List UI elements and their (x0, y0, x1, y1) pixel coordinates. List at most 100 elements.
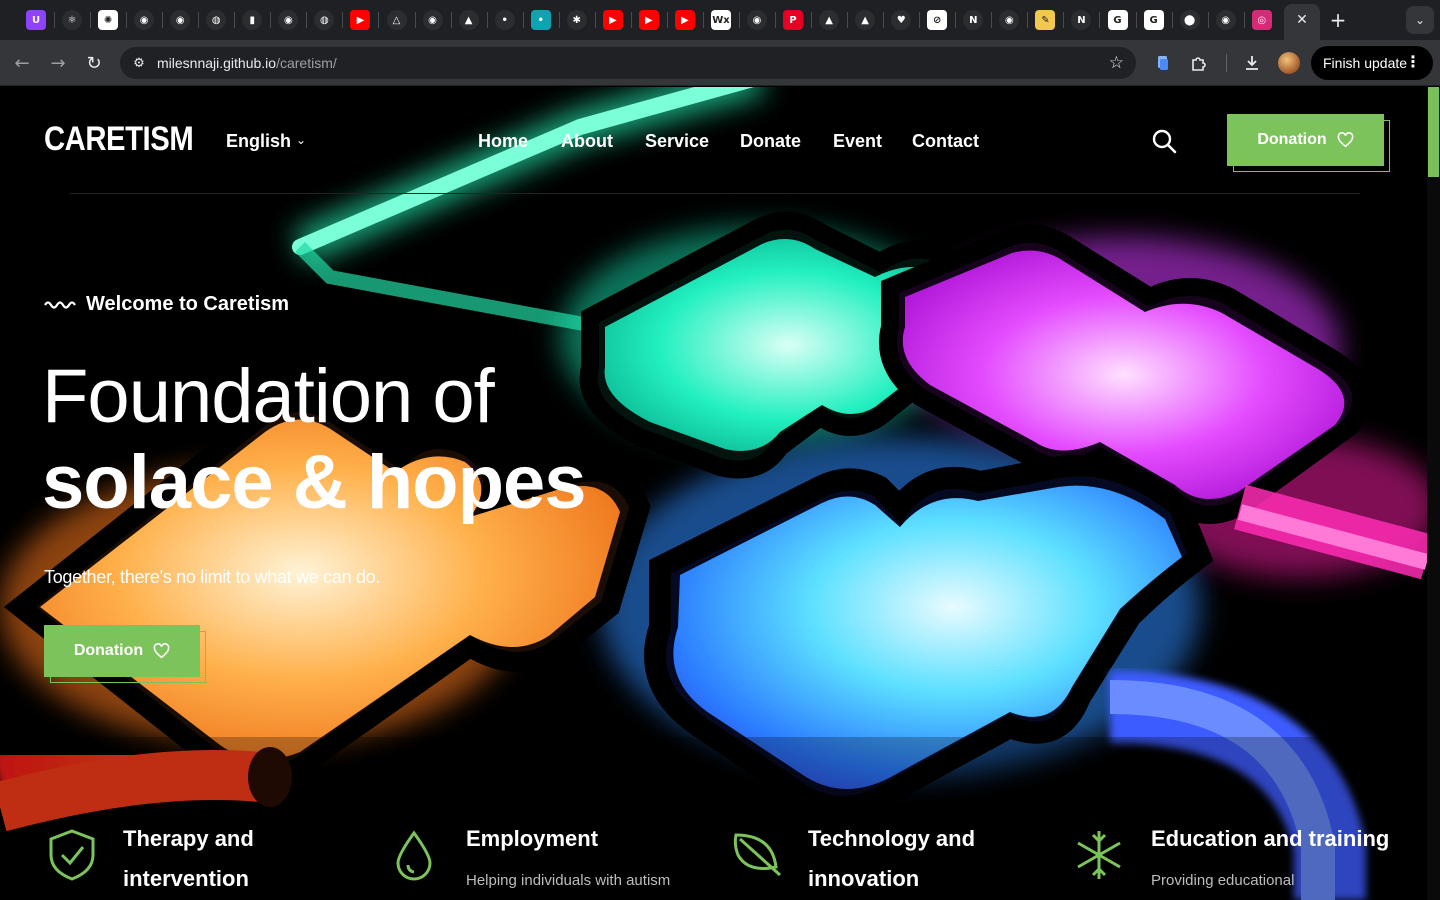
instagram-icon[interactable]: ◎ (1251, 10, 1272, 30)
youtube-icon[interactable]: ▶ (638, 10, 659, 30)
extension-icon[interactable] (1152, 52, 1174, 74)
tab-separator (90, 12, 92, 28)
pencil-icon[interactable]: ✎ (1035, 10, 1056, 30)
feature-title-therapy: Therapy and intervention (123, 826, 254, 891)
figure-icon[interactable]: ✱ (566, 10, 587, 30)
nav-about[interactable]: About (561, 131, 613, 152)
tab-separator (630, 12, 632, 28)
new-tab-button[interactable]: + (1326, 8, 1350, 32)
tab-separator (126, 12, 128, 28)
finish-update-button[interactable]: Finish update ⋮ (1311, 46, 1433, 80)
tab-separator (594, 12, 596, 28)
nav-event[interactable]: Event (833, 131, 882, 152)
feature-desc-employment: Helping individuals with autism (466, 872, 671, 889)
page-scrollbar[interactable] (1427, 87, 1440, 900)
tab-search-button[interactable]: ⌄ (1406, 6, 1434, 34)
tab-separator (522, 12, 524, 28)
bookmark-star-icon[interactable]: ☆ (1109, 53, 1124, 73)
site-icon[interactable]: • (494, 10, 515, 30)
tab-separator (738, 12, 740, 28)
site-logo[interactable]: CARETISM (44, 120, 194, 159)
forward-button[interactable]: → (46, 51, 70, 75)
github-icon[interactable]: ◉ (278, 10, 299, 30)
tab-separator (558, 12, 560, 28)
maps-icon[interactable]: ⬤ (1179, 10, 1200, 30)
welcome-label: Welcome to Caretism (44, 293, 289, 316)
header-donation-label: Donation (1257, 131, 1327, 148)
vercel-icon[interactable]: ▲ (819, 10, 840, 30)
chevron-down-icon[interactable]: ⌄ (296, 133, 306, 147)
heart-icon[interactable]: ♥ (891, 10, 912, 30)
header-donation-button[interactable]: Donation (1227, 114, 1384, 166)
tab-separator (1171, 12, 1173, 28)
nav-contact[interactable]: Contact (912, 131, 979, 152)
header-divider (70, 193, 1360, 194)
tab-separator (991, 12, 993, 28)
nav-donate[interactable]: Donate (740, 131, 801, 152)
uplabs-icon[interactable]: U (26, 10, 46, 30)
tab-separator (1099, 12, 1101, 28)
nav-service[interactable]: Service (645, 131, 709, 152)
vercel-icon[interactable]: ▲ (458, 10, 479, 30)
download-icon[interactable] (1241, 52, 1263, 74)
youtube-icon[interactable]: ▶ (350, 10, 371, 30)
youtube-icon[interactable]: ▶ (674, 10, 695, 30)
react-icon[interactable]: ⚛ (62, 10, 83, 30)
slash-icon[interactable]: ⊘ (927, 10, 948, 30)
bottle-icon[interactable]: ▮ (242, 10, 263, 30)
close-tab-icon[interactable]: ✕ (1292, 10, 1312, 30)
feature-desc-education: Providing educational (1151, 872, 1295, 889)
search-icon[interactable] (1151, 128, 1177, 154)
feature-title-technology: Technology and innovation (808, 826, 976, 891)
hero-donation-button[interactable]: Donation (44, 625, 200, 677)
site-icon[interactable]: • (530, 10, 551, 30)
tab-separator (378, 12, 380, 28)
language-selector[interactable]: English (226, 131, 291, 152)
n-icon[interactable]: N (963, 10, 984, 30)
github-icon[interactable]: ◉ (1215, 10, 1236, 30)
n-icon[interactable]: N (1071, 10, 1092, 30)
google-icon[interactable]: G (1143, 10, 1164, 30)
tab-separator (1063, 12, 1065, 28)
openai-icon[interactable]: ✺ (98, 10, 119, 30)
menu-dots-icon[interactable]: ⋮ (1405, 52, 1421, 71)
youtube-icon[interactable]: ▶ (602, 10, 623, 30)
tab-separator (162, 12, 164, 28)
tab-separator (234, 12, 236, 28)
tab-strip: U ⚛ ✺ ◉ ◉ ◍ ▮ ◉ ◍ ▶ △ ◉ ▲ • • ✱ ▶ ▶ ▶ Wx ◉ P ▲ ▲ ♥ ⊘ N ◉ ✎ N G G ⬤ ◉ ◎ ✕ +… (0, 0, 1440, 40)
puzzle-extensions-icon[interactable] (1188, 52, 1210, 74)
globe-icon[interactable]: ◍ (206, 10, 227, 30)
reload-button[interactable]: ↻ (82, 51, 106, 75)
tab-separator (1243, 12, 1245, 28)
github-icon[interactable]: ◉ (134, 10, 155, 30)
feature-title-education: Education and training (1151, 826, 1390, 851)
tab-separator (919, 12, 921, 28)
address-bar[interactable]: ⚙ milesnnaji.github.io/caretism/ ☆ (120, 47, 1136, 79)
nav-home[interactable]: Home (478, 131, 528, 152)
github-icon[interactable]: ◉ (999, 10, 1020, 30)
globe-icon[interactable]: ◍ (314, 10, 335, 30)
back-button[interactable]: ← (10, 51, 34, 75)
url-text[interactable]: milesnnaji.github.io/caretism/ (157, 55, 337, 71)
hero-title-line1: Foundation of (42, 354, 495, 439)
wix-icon[interactable]: Wx (710, 10, 731, 30)
toolbar-divider (1226, 54, 1227, 72)
snowflake-icon (1077, 831, 1121, 879)
site-info-icon[interactable]: ⚙ (130, 54, 148, 72)
tab-separator (702, 12, 704, 28)
github-icon[interactable]: ◉ (170, 10, 191, 30)
browser-toolbar: ← → ↻ ⚙ milesnnaji.github.io/caretism/ ☆… (0, 40, 1440, 86)
tab-separator (342, 12, 344, 28)
drive-icon[interactable]: △ (386, 10, 407, 30)
github-icon[interactable]: ◉ (747, 10, 767, 30)
profile-avatar[interactable] (1278, 52, 1300, 74)
page-viewport: CARETISM English ⌄ Home About Service Do… (0, 87, 1440, 900)
google-icon[interactable]: G (1107, 10, 1128, 30)
scrollbar-thumb[interactable] (1428, 87, 1439, 177)
pinterest-icon[interactable]: P (783, 10, 804, 30)
github-icon[interactable]: ◉ (422, 10, 443, 30)
tab-separator (847, 12, 849, 28)
water-drop-icon (396, 830, 432, 881)
tab-separator (666, 12, 668, 28)
vercel-icon[interactable]: ▲ (855, 10, 876, 30)
